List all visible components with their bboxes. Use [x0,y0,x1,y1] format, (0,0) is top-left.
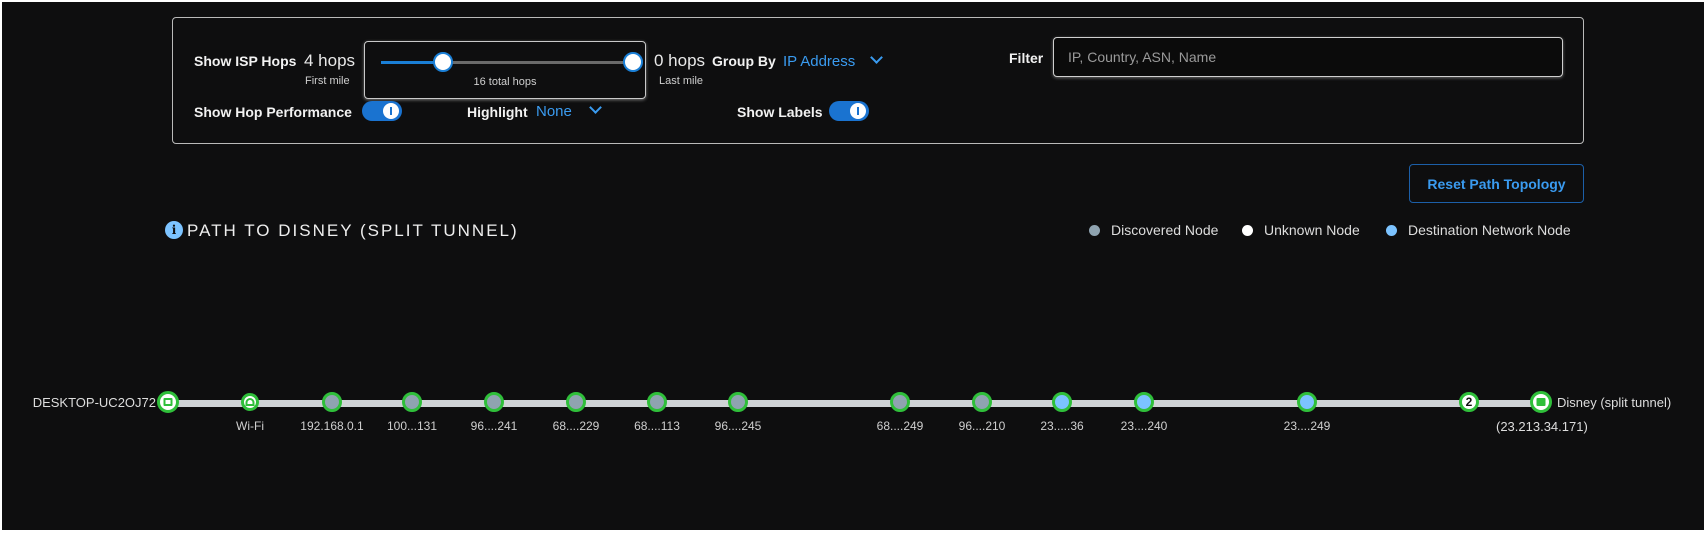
path-node-unknown-group[interactable]: 2 [1459,392,1479,412]
node-label: 96....210 [958,419,1006,433]
page-title: PATH TO DISNEY (SPLIT TUNNEL) [187,221,519,240]
path-node-discovered[interactable] [322,392,342,412]
path-node-discovered[interactable] [484,392,504,412]
legend-destination: Destination Network Node [1408,222,1571,238]
highlight-label: Highlight [467,104,528,120]
filter-input[interactable] [1053,37,1563,77]
node-label: 68....229 [552,419,600,433]
group-by-select[interactable]: IP Address [783,53,855,70]
discovered-node-legend-icon [1089,225,1100,236]
path-node-discovered[interactable] [972,392,992,412]
show-hop-performance-label: Show Hop Performance [194,104,352,120]
destination-node-legend-icon [1386,225,1397,236]
node-label: 100...131 [386,419,438,433]
path-node-discovered[interactable] [647,392,667,412]
isp-hops-slider[interactable]: 16 total hops [364,41,646,99]
group-by-label: Group By [712,53,776,69]
wifi-icon [245,398,255,406]
last-mile-hops: 0 hops [654,51,706,70]
path-node-source[interactable] [157,391,179,413]
node-label: 23....249 [1283,419,1331,433]
unknown-node-legend-icon [1242,225,1253,236]
last-mile-label: Last mile [659,75,704,87]
node-label: 96....241 [470,419,518,433]
node-label: 68....113 [634,419,680,433]
path-node-destination-network[interactable] [1134,392,1154,412]
path-node-wifi[interactable] [241,393,259,411]
node-label: 23....240 [1120,419,1168,433]
path-node-discovered[interactable] [402,392,422,412]
laptop-icon [163,398,173,406]
first-mile-handle[interactable] [433,52,453,72]
node-label: Wi-Fi [236,419,264,433]
node-label: 96....245 [714,419,762,433]
hop-count: 2 [1465,395,1473,409]
path-node-destination[interactable] [1530,391,1552,413]
path-node-discovered[interactable] [728,392,748,412]
legend-unknown: Unknown Node [1264,222,1360,238]
path-node-discovered[interactable] [566,392,586,412]
show-isp-hops-label: Show ISP Hops [194,53,297,69]
first-mile-label: First mile [305,75,350,87]
destination-ip: (23.213.34.171) [1496,419,1588,434]
path-topology-view: Show ISP Hops 4 hops First mile 16 total… [2,2,1704,530]
show-labels-label: Show Labels [737,104,823,120]
path-node-discovered[interactable] [890,392,910,412]
filter-label: Filter [1009,50,1044,66]
node-label: 192.168.0.1 [300,419,364,433]
show-hop-performance-toggle[interactable] [362,101,402,121]
info-icon[interactable]: i [165,221,183,239]
total-hops: 16 total hops [473,76,537,88]
show-labels-toggle[interactable] [829,101,869,121]
path-line [168,400,1543,407]
node-label: 23.....36 [1040,419,1084,433]
destination-server-icon [1536,398,1546,406]
last-mile-handle[interactable] [623,52,643,72]
highlight-select[interactable]: None [536,103,572,120]
legend-discovered: Discovered Node [1111,222,1219,238]
path-node-destination-network[interactable] [1052,392,1072,412]
node-label: 68....249 [876,419,924,433]
source-label: DESKTOP-UC2OJ72 [32,395,156,410]
first-mile-hops: 4 hops [304,51,356,70]
destination-label: Disney (split tunnel) [1557,395,1672,410]
path-node-destination-network[interactable] [1297,392,1317,412]
reset-path-topology-button[interactable]: Reset Path Topology [1409,164,1584,203]
